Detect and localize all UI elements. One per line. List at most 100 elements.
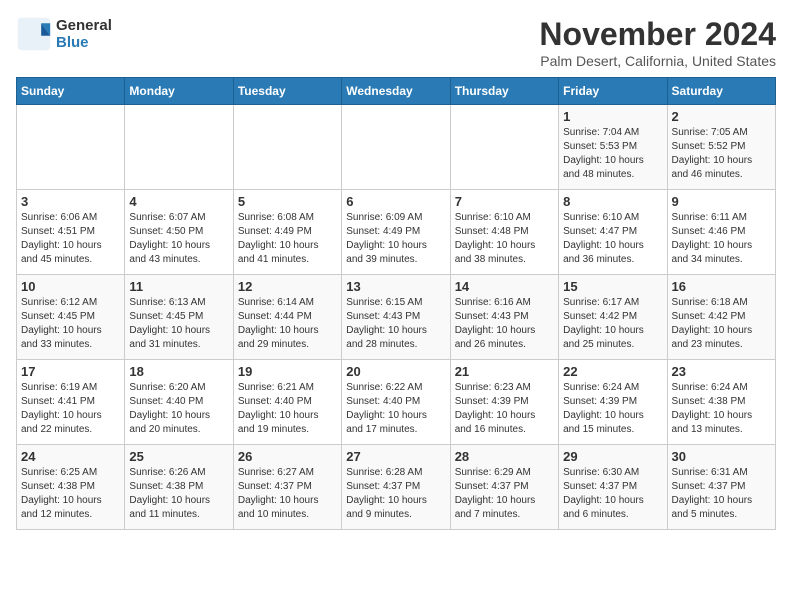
day-number: 12 bbox=[238, 279, 337, 294]
day-info: Sunrise: 6:15 AM Sunset: 4:43 PM Dayligh… bbox=[346, 296, 445, 352]
day-number: 15 bbox=[563, 279, 662, 294]
day-info: Sunrise: 6:29 AM Sunset: 4:37 PM Dayligh… bbox=[455, 466, 554, 522]
calendar-cell: 21 Sunrise: 6:23 AM Sunset: 4:39 PM Dayli… bbox=[450, 360, 558, 445]
calendar-cell: 19 Sunrise: 6:21 AM Sunset: 4:40 PM Dayli… bbox=[233, 360, 341, 445]
day-info: Sunrise: 6:27 AM Sunset: 4:37 PM Dayligh… bbox=[238, 466, 337, 522]
month-title: November 2024 bbox=[539, 16, 776, 53]
calendar-table: Sunday Monday Tuesday Wednesday Thursday… bbox=[16, 77, 776, 530]
day-number: 26 bbox=[238, 449, 337, 464]
day-number: 18 bbox=[129, 364, 228, 379]
calendar-cell: 26 Sunrise: 6:27 AM Sunset: 4:37 PM Dayli… bbox=[233, 445, 341, 530]
header-saturday: Saturday bbox=[667, 78, 775, 105]
day-number: 7 bbox=[455, 194, 554, 209]
day-info: Sunrise: 7:04 AM Sunset: 5:53 PM Dayligh… bbox=[563, 126, 662, 182]
header-friday: Friday bbox=[559, 78, 667, 105]
day-info: Sunrise: 6:08 AM Sunset: 4:49 PM Dayligh… bbox=[238, 211, 337, 267]
day-number: 9 bbox=[672, 194, 771, 209]
calendar-cell: 27 Sunrise: 6:28 AM Sunset: 4:37 PM Dayli… bbox=[342, 445, 450, 530]
header-row: Sunday Monday Tuesday Wednesday Thursday… bbox=[17, 78, 776, 105]
calendar-cell: 9Sunrise: 6:11 AM Sunset: 4:46 PM Daylig… bbox=[667, 190, 775, 275]
day-number: 11 bbox=[129, 279, 228, 294]
day-number: 4 bbox=[129, 194, 228, 209]
calendar-cell: 17 Sunrise: 6:19 AM Sunset: 4:41 PM Dayli… bbox=[17, 360, 125, 445]
calendar-cell: 25 Sunrise: 6:26 AM Sunset: 4:38 PM Dayli… bbox=[125, 445, 233, 530]
day-info: Sunrise: 6:18 AM Sunset: 4:42 PM Dayligh… bbox=[672, 296, 771, 352]
calendar-cell: 16 Sunrise: 6:18 AM Sunset: 4:42 PM Dayli… bbox=[667, 275, 775, 360]
calendar-week-3: 10Sunrise: 6:12 AM Sunset: 4:45 PM Dayli… bbox=[17, 275, 776, 360]
calendar-week-5: 24 Sunrise: 6:25 AM Sunset: 4:38 PM Dayli… bbox=[17, 445, 776, 530]
day-number: 17 bbox=[21, 364, 120, 379]
day-info: Sunrise: 6:22 AM Sunset: 4:40 PM Dayligh… bbox=[346, 381, 445, 437]
day-number: 2 bbox=[672, 109, 771, 124]
calendar-cell: 2 Sunrise: 7:05 AM Sunset: 5:52 PM Daylig… bbox=[667, 105, 775, 190]
day-info: Sunrise: 6:07 AM Sunset: 4:50 PM Dayligh… bbox=[129, 211, 228, 267]
day-number: 13 bbox=[346, 279, 445, 294]
day-info: Sunrise: 6:30 AM Sunset: 4:37 PM Dayligh… bbox=[563, 466, 662, 522]
day-number: 24 bbox=[21, 449, 120, 464]
header-tuesday: Tuesday bbox=[233, 78, 341, 105]
day-info: Sunrise: 7:05 AM Sunset: 5:52 PM Dayligh… bbox=[672, 126, 771, 182]
day-info: Sunrise: 6:23 AM Sunset: 4:39 PM Dayligh… bbox=[455, 381, 554, 437]
calendar-cell: 12 Sunrise: 6:14 AM Sunset: 4:44 PM Dayli… bbox=[233, 275, 341, 360]
page-header: General Blue November 2024 Palm Desert, … bbox=[16, 16, 776, 69]
calendar-cell: 23Sunrise: 6:24 AM Sunset: 4:38 PM Dayli… bbox=[667, 360, 775, 445]
day-info: Sunrise: 6:10 AM Sunset: 4:48 PM Dayligh… bbox=[455, 211, 554, 267]
calendar-week-1: 1Sunrise: 7:04 AM Sunset: 5:53 PM Daylig… bbox=[17, 105, 776, 190]
calendar-cell: 13 Sunrise: 6:15 AM Sunset: 4:43 PM Dayli… bbox=[342, 275, 450, 360]
calendar-cell: 8Sunrise: 6:10 AM Sunset: 4:47 PM Daylig… bbox=[559, 190, 667, 275]
day-number: 16 bbox=[672, 279, 771, 294]
calendar-cell: 6Sunrise: 6:09 AM Sunset: 4:49 PM Daylig… bbox=[342, 190, 450, 275]
day-info: Sunrise: 6:25 AM Sunset: 4:38 PM Dayligh… bbox=[21, 466, 120, 522]
header-sunday: Sunday bbox=[17, 78, 125, 105]
day-info: Sunrise: 6:24 AM Sunset: 4:39 PM Dayligh… bbox=[563, 381, 662, 437]
calendar-week-2: 3Sunrise: 6:06 AM Sunset: 4:51 PM Daylig… bbox=[17, 190, 776, 275]
day-info: Sunrise: 6:09 AM Sunset: 4:49 PM Dayligh… bbox=[346, 211, 445, 267]
calendar-cell bbox=[450, 105, 558, 190]
calendar-cell: 29 Sunrise: 6:30 AM Sunset: 4:37 PM Dayli… bbox=[559, 445, 667, 530]
calendar-week-4: 17 Sunrise: 6:19 AM Sunset: 4:41 PM Dayli… bbox=[17, 360, 776, 445]
calendar-cell bbox=[342, 105, 450, 190]
logo-text: General Blue bbox=[56, 17, 112, 51]
day-number: 21 bbox=[455, 364, 554, 379]
title-section: November 2024 Palm Desert, California, U… bbox=[539, 16, 776, 69]
calendar-cell: 22 Sunrise: 6:24 AM Sunset: 4:39 PM Dayli… bbox=[559, 360, 667, 445]
calendar-cell: 28 Sunrise: 6:29 AM Sunset: 4:37 PM Dayli… bbox=[450, 445, 558, 530]
header-wednesday: Wednesday bbox=[342, 78, 450, 105]
day-info: Sunrise: 6:19 AM Sunset: 4:41 PM Dayligh… bbox=[21, 381, 120, 437]
logo: General Blue bbox=[16, 16, 112, 52]
day-info: Sunrise: 6:26 AM Sunset: 4:38 PM Dayligh… bbox=[129, 466, 228, 522]
calendar-cell: 11 Sunrise: 6:13 AM Sunset: 4:45 PM Dayli… bbox=[125, 275, 233, 360]
day-info: Sunrise: 6:10 AM Sunset: 4:47 PM Dayligh… bbox=[563, 211, 662, 267]
day-number: 3 bbox=[21, 194, 120, 209]
day-info: Sunrise: 6:17 AM Sunset: 4:42 PM Dayligh… bbox=[563, 296, 662, 352]
location: Palm Desert, California, United States bbox=[539, 53, 776, 69]
calendar-body: 1Sunrise: 7:04 AM Sunset: 5:53 PM Daylig… bbox=[17, 105, 776, 530]
calendar-cell bbox=[233, 105, 341, 190]
day-number: 30 bbox=[672, 449, 771, 464]
day-number: 23 bbox=[672, 364, 771, 379]
day-info: Sunrise: 6:12 AM Sunset: 4:45 PM Dayligh… bbox=[21, 296, 120, 352]
calendar-cell: 3Sunrise: 6:06 AM Sunset: 4:51 PM Daylig… bbox=[17, 190, 125, 275]
calendar-cell: 20Sunrise: 6:22 AM Sunset: 4:40 PM Dayli… bbox=[342, 360, 450, 445]
calendar-cell: 18Sunrise: 6:20 AM Sunset: 4:40 PM Dayli… bbox=[125, 360, 233, 445]
day-info: Sunrise: 6:21 AM Sunset: 4:40 PM Dayligh… bbox=[238, 381, 337, 437]
day-info: Sunrise: 6:28 AM Sunset: 4:37 PM Dayligh… bbox=[346, 466, 445, 522]
calendar-cell: 5Sunrise: 6:08 AM Sunset: 4:49 PM Daylig… bbox=[233, 190, 341, 275]
day-number: 28 bbox=[455, 449, 554, 464]
calendar-cell: 30Sunrise: 6:31 AM Sunset: 4:37 PM Dayli… bbox=[667, 445, 775, 530]
day-info: Sunrise: 6:14 AM Sunset: 4:44 PM Dayligh… bbox=[238, 296, 337, 352]
day-number: 14 bbox=[455, 279, 554, 294]
calendar-cell: 4 Sunrise: 6:07 AM Sunset: 4:50 PM Daylig… bbox=[125, 190, 233, 275]
header-monday: Monday bbox=[125, 78, 233, 105]
day-number: 27 bbox=[346, 449, 445, 464]
day-info: Sunrise: 6:16 AM Sunset: 4:43 PM Dayligh… bbox=[455, 296, 554, 352]
calendar-cell: 10Sunrise: 6:12 AM Sunset: 4:45 PM Dayli… bbox=[17, 275, 125, 360]
day-number: 29 bbox=[563, 449, 662, 464]
calendar-cell bbox=[17, 105, 125, 190]
day-number: 25 bbox=[129, 449, 228, 464]
day-number: 22 bbox=[563, 364, 662, 379]
calendar-cell: 15 Sunrise: 6:17 AM Sunset: 4:42 PM Dayli… bbox=[559, 275, 667, 360]
day-number: 19 bbox=[238, 364, 337, 379]
day-info: Sunrise: 6:13 AM Sunset: 4:45 PM Dayligh… bbox=[129, 296, 228, 352]
calendar-cell: 24 Sunrise: 6:25 AM Sunset: 4:38 PM Dayli… bbox=[17, 445, 125, 530]
